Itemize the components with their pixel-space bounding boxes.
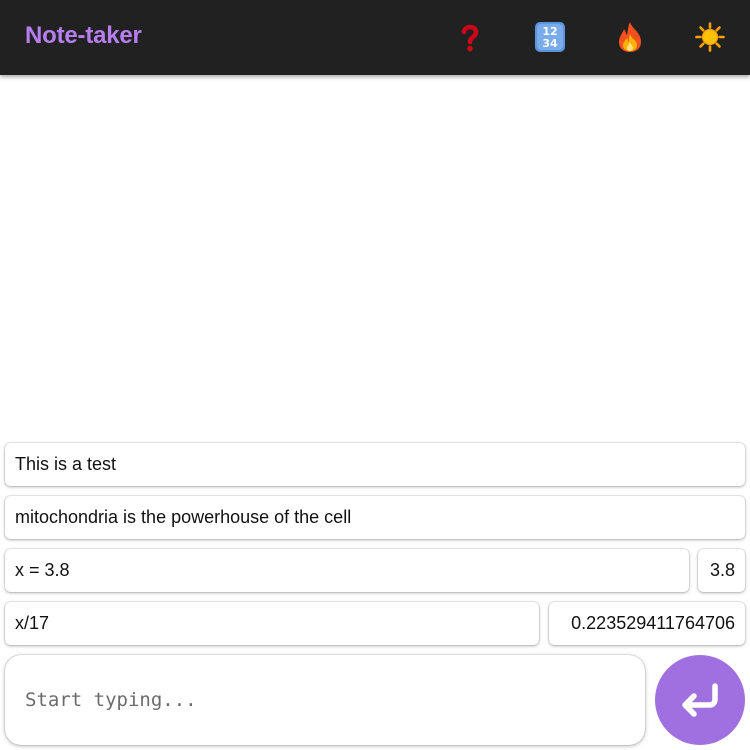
note-result: 3.8 [698, 549, 745, 592]
app: Note-taker 12 34 This is a test mitochon… [0, 0, 750, 750]
note-item[interactable]: x = 3.8 [5, 549, 689, 592]
help-button[interactable] [452, 19, 488, 55]
enter-return-icon [682, 683, 718, 717]
theme-toggle-button[interactable] [692, 19, 728, 55]
note-input-container [5, 655, 645, 745]
numbers-button[interactable]: 12 34 [532, 19, 568, 55]
top-bar: Note-taker 12 34 [0, 0, 750, 75]
sun-icon [695, 22, 725, 52]
app-title: Note-taker [25, 22, 142, 49]
fire-icon [619, 22, 641, 52]
note-item[interactable]: x/17 [5, 602, 539, 645]
note-input[interactable] [5, 655, 645, 745]
note-item[interactable]: This is a test [5, 443, 745, 486]
submit-button[interactable] [655, 655, 745, 745]
svg-text:34: 34 [542, 37, 558, 50]
question-mark-icon [461, 24, 479, 52]
note-item[interactable]: mitochondria is the powerhouse of the ce… [5, 496, 745, 539]
fire-button[interactable] [612, 19, 648, 55]
notes-list: This is a test mitochondria is the power… [0, 75, 750, 650]
note-result: 0.223529411764706 [549, 602, 745, 645]
numbers-1234-icon: 12 34 [535, 22, 565, 52]
